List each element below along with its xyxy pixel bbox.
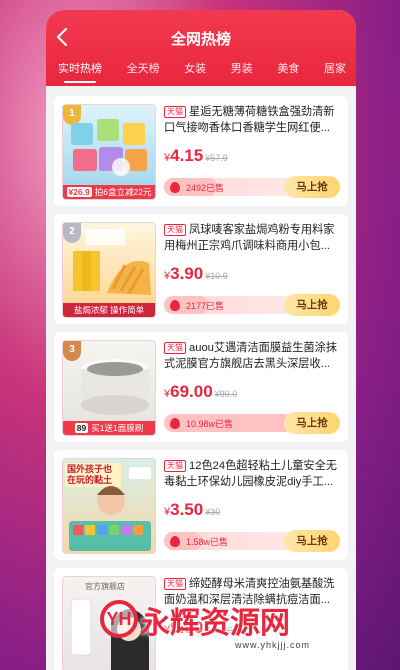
action-row: 1.58w已售 马上抢: [164, 530, 340, 552]
promo-strip: ¥26.9 拍6盒立减22元: [63, 185, 155, 199]
promo-text: 拍6盒立减22元: [94, 187, 152, 197]
buy-now-button[interactable]: 马上抢: [284, 176, 340, 198]
product-name: 凤球唛客家盐焗鸡粉专用料家用梅州正宗鸡爪调味料商用小包...: [164, 224, 335, 252]
current-price: 69.00: [170, 382, 213, 401]
product-title[interactable]: 天猫 凤球唛客家盐焗鸡粉专用料家用梅州正宗鸡爪调味料商用小包...: [164, 222, 340, 254]
price-row: ¥4.15 ¥57.9: [164, 146, 340, 166]
tab-realtime[interactable]: 实时热榜: [58, 60, 102, 83]
promo-text: 买1送1面膜刷: [91, 423, 144, 433]
category-tabs: 实时热榜 全天榜 女装 男装 美食 居家: [46, 60, 356, 83]
fire-icon: [170, 418, 180, 429]
product-image: 1 ¥26.9 拍6盒立减22元: [62, 104, 156, 200]
tab-food[interactable]: 美食: [277, 60, 299, 76]
shop-tag: 天猫: [164, 578, 186, 590]
original-price: ¥10.9: [205, 271, 228, 281]
product-list: 1 ¥26.9 拍6盒立减22元 天猫 星逅无糖薄荷糖铁盒强劲清新口气接吻香体口香糖…: [46, 86, 356, 670]
action-row: 10.98w已售 马上抢: [164, 412, 340, 434]
fire-icon: [170, 182, 180, 193]
product-name: auou艾遇清洁面膜益生菌涂抹式泥膜官方旗舰店去黑头深层收...: [164, 342, 337, 370]
sold-count: 10.98w已售: [186, 419, 234, 429]
current-price: 4.15: [170, 146, 204, 165]
buy-now-button[interactable]: 马上抢: [284, 530, 340, 552]
product-card[interactable]: 3 89 买1送1面膜刷 天猫 auou艾遇清洁面膜益生菌涂抹式泥膜官方旗舰店去黑头…: [54, 332, 348, 442]
product-card[interactable]: 国外孩子也在玩的黏土 天猫 12色24色超轻粘土儿童安全无毒黏土环保幼儿园橡皮泥d…: [54, 450, 348, 560]
product-card[interactable]: 2 盐焗浓郁 操作简单 天猫 凤球唛客家盐焗鸡粉专用料家用梅州正宗鸡爪调味料商用小…: [54, 214, 348, 324]
buy-now-button[interactable]: 马上抢: [284, 412, 340, 434]
product-name: 星逅无糖薄荷糖铁盒强劲清新口气接吻香体口香糖学生网红便...: [164, 106, 335, 134]
action-row: 2177已售 马上抢: [164, 294, 340, 316]
watermark-text: 永辉资源网: [140, 607, 290, 640]
product-title[interactable]: 天猫 auou艾遇清洁面膜益生菌涂抹式泥膜官方旗舰店去黑头深层收...: [164, 340, 340, 372]
clay-kit-art: [69, 467, 151, 551]
shop-tag: 天猫: [164, 460, 186, 472]
product-title[interactable]: 天猫 12色24色超轻粘土儿童安全无毒黏土环保幼儿园橡皮泥diy手工...: [164, 458, 340, 490]
product-title[interactable]: 天猫 星逅无糖薄荷糖铁盒强劲清新口气接吻香体口香糖学生网红便...: [164, 104, 340, 136]
action-row: 2492已售 马上抢: [164, 176, 340, 198]
tab-men[interactable]: 男装: [231, 60, 253, 76]
page-title: 全网热榜: [170, 31, 231, 48]
product-image: 国外孩子也在玩的黏土: [62, 458, 156, 554]
buy-now-button[interactable]: 马上抢: [284, 294, 340, 316]
tab-women[interactable]: 女装: [184, 60, 206, 76]
header: 全网热榜 实时热榜 全天榜 女装 男装 美食 居家: [46, 10, 356, 86]
promo-price: ¥26.9: [66, 187, 92, 197]
sold-count: 2492已售: [186, 183, 225, 193]
promo-strip: 盐焗浓郁 操作简单: [63, 303, 155, 317]
fire-icon: [170, 300, 180, 311]
product-info: 天猫 12色24色超轻粘土儿童安全无毒黏土环保幼儿园橡皮泥diy手工... ¥3.…: [156, 458, 340, 552]
mint-tins-art: [71, 119, 147, 176]
app-screen: 全网热榜 实时热榜 全天榜 女装 男装 美食 居家 1 ¥26.9 拍6盒立减2…: [46, 10, 356, 670]
current-price: 3.50: [170, 500, 204, 519]
price-row: ¥3.90 ¥10.9: [164, 264, 340, 284]
product-name: 12色24色超轻粘土儿童安全无毒黏土环保幼儿园橡皮泥diy手工...: [164, 460, 337, 488]
sold-count: 2177已售: [186, 301, 225, 311]
original-price: ¥57.9: [205, 153, 228, 163]
product-image: 2 盐焗浓郁 操作简单: [62, 222, 156, 318]
watermark-url: www.yhkjjj.com: [235, 640, 311, 650]
tab-home[interactable]: 居家: [324, 60, 346, 76]
promo-strip: 89 买1送1面膜刷: [63, 421, 155, 435]
product-info: 天猫 凤球唛客家盐焗鸡粉专用料家用梅州正宗鸡爪调味料商用小包... ¥3.90 ¥1…: [156, 222, 340, 316]
shop-tag: 天猫: [164, 342, 186, 354]
fire-icon: [170, 536, 180, 547]
product-image: 3 89 买1送1面膜刷: [62, 340, 156, 436]
shop-tag: 天猫: [164, 106, 186, 118]
product-info: 天猫 auou艾遇清洁面膜益生菌涂抹式泥膜官方旗舰店去黑头深层收... ¥69.0…: [156, 340, 340, 434]
seasoning-packets-art: [73, 229, 151, 295]
original-price: ¥30: [205, 507, 221, 517]
price-row: ¥69.00 ¥99.0: [164, 382, 340, 402]
tab-all-day[interactable]: 全天榜: [127, 60, 160, 76]
product-info: 天猫 星逅无糖薄荷糖铁盒强劲清新口气接吻香体口香糖学生网红便... ¥4.15 ¥5…: [156, 104, 340, 198]
promo-price: 89: [74, 423, 89, 433]
original-price: ¥99.0: [214, 389, 238, 399]
product-card[interactable]: 1 ¥26.9 拍6盒立减22元 天猫 星逅无糖薄荷糖铁盒强劲清新口气接吻香体口香糖…: [54, 96, 348, 206]
sold-count: 1.58w已售: [186, 537, 229, 547]
shop-tag: 天猫: [164, 224, 186, 236]
price-row: ¥3.50 ¥30: [164, 500, 340, 520]
current-price: 3.90: [170, 264, 204, 283]
mud-mask-jar-art: [81, 359, 149, 415]
watermark-logo: YH: [100, 600, 138, 638]
